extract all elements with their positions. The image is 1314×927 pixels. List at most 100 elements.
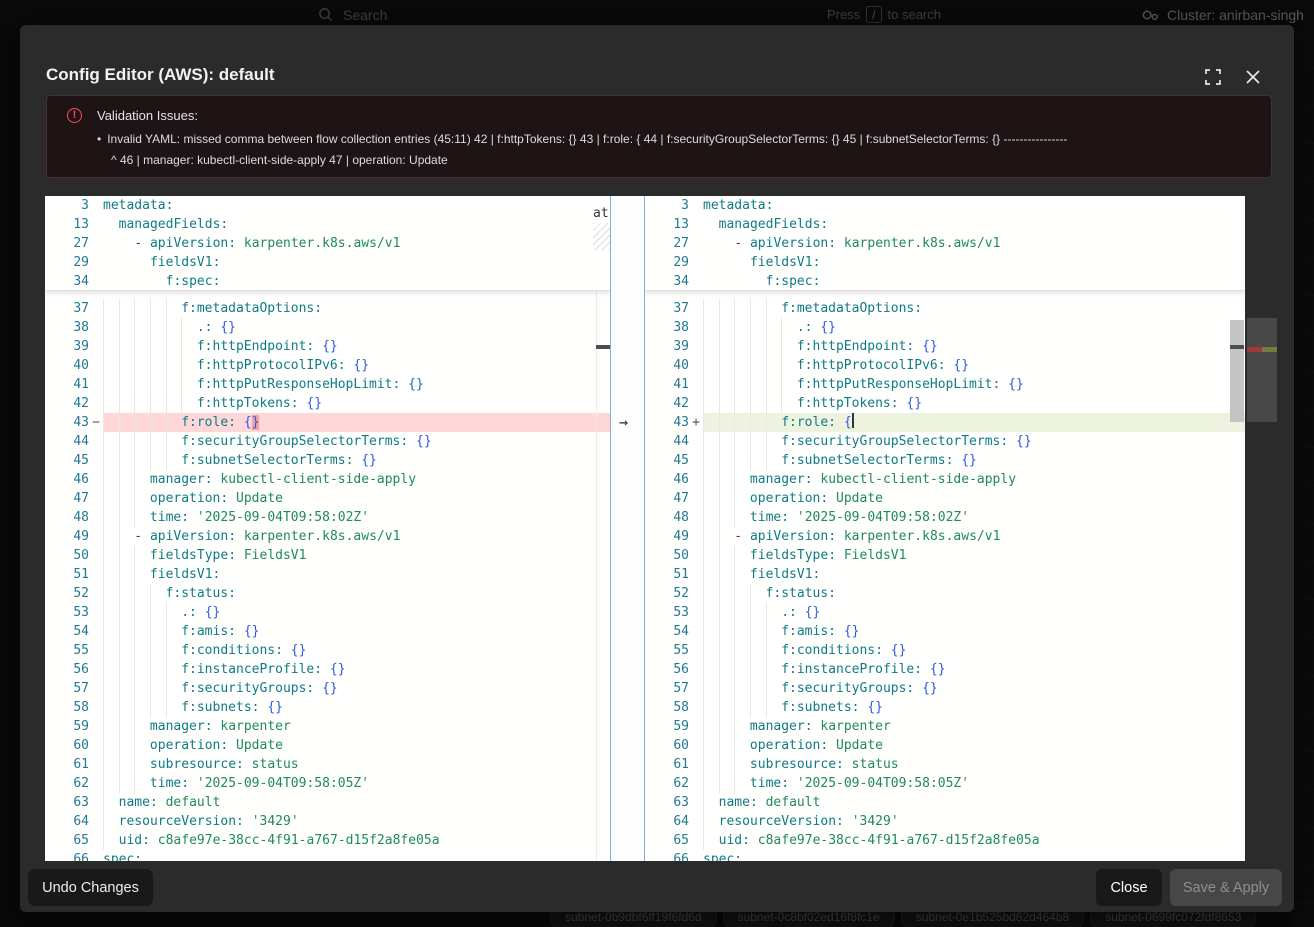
code-line[interactable]: 37f:metadataOptions: xyxy=(45,299,610,318)
sticky-scroll-left: 3metadata:13 managedFields:27 - apiVersi… xyxy=(45,196,610,291)
code-line[interactable]: 58f:subnets: {} xyxy=(45,698,610,717)
code-line[interactable]: 38.: {} xyxy=(645,318,1245,337)
dialog-title: Config Editor (AWS): default xyxy=(46,65,275,85)
code-line[interactable]: 53.: {} xyxy=(45,603,610,622)
sticky-line[interactable]: 3metadata: xyxy=(45,196,610,215)
code-line[interactable]: 54f:amis: {} xyxy=(645,622,1245,641)
sticky-line[interactable]: 29 fieldsV1: xyxy=(45,253,610,272)
code-line[interactable]: 55f:conditions: {} xyxy=(645,641,1245,660)
sticky-line[interactable]: 29 fieldsV1: xyxy=(645,253,1245,272)
sticky-line[interactable]: 13 managedFields: xyxy=(45,215,610,234)
overview-ruler-deletion-mark xyxy=(1247,347,1262,352)
code-line[interactable]: 66spec: xyxy=(45,850,610,861)
overview-ruler-slider[interactable] xyxy=(1247,318,1277,422)
sticky-line[interactable]: 13 managedFields: xyxy=(645,215,1245,234)
code-line[interactable]: 51fieldsV1: xyxy=(645,565,1245,584)
hidden-region-hatch xyxy=(593,223,610,250)
code-line[interactable]: 65uid: c8afe97e-38cc-4f91-a767-d15f2a8fe… xyxy=(45,831,610,850)
code-line[interactable]: 56f:instanceProfile: {} xyxy=(645,660,1245,679)
undo-changes-button[interactable]: Undo Changes xyxy=(28,869,153,906)
code-line[interactable]: 61subresource: status xyxy=(45,755,610,774)
code-line[interactable]: 47operation: Update xyxy=(45,489,610,508)
code-line[interactable]: 60operation: Update xyxy=(45,736,610,755)
code-line[interactable]: 50fieldsType: FieldsV1 xyxy=(45,546,610,565)
code-line[interactable]: 48time: '2025-09-04T09:58:02Z' xyxy=(645,508,1245,527)
code-line[interactable]: 43+f:role: { xyxy=(645,413,1245,432)
validation-title: Validation Issues: xyxy=(97,108,198,123)
code-line[interactable]: 45f:subnetSelectorTerms: {} xyxy=(645,451,1245,470)
code-line[interactable]: 65uid: c8afe97e-38cc-4f91-a767-d15f2a8fe… xyxy=(645,831,1245,850)
code-line[interactable]: 47operation: Update xyxy=(645,489,1245,508)
code-line[interactable]: 56f:instanceProfile: {} xyxy=(45,660,610,679)
code-line[interactable]: 46manager: kubectl-client-side-apply xyxy=(645,470,1245,489)
code-line[interactable]: 44f:securityGroupSelectorTerms: {} xyxy=(645,432,1245,451)
diff-sash[interactable]: → xyxy=(610,196,645,861)
code-line[interactable]: 49- apiVersion: karpenter.k8s.aws/v1 xyxy=(645,527,1245,546)
scrollbar-diff-mark xyxy=(1230,345,1244,349)
code-line[interactable]: 40f:httpProtocolIPv6: {} xyxy=(45,356,610,375)
code-line[interactable]: 39f:httpEndpoint: {} xyxy=(645,337,1245,356)
code-line[interactable]: 66spec: xyxy=(645,850,1245,861)
diff-pane-original[interactable]: 3metadata:13 managedFields:27 - apiVersi… xyxy=(45,196,610,861)
sticky-line[interactable]: 34 f:spec: xyxy=(645,272,1245,291)
left-overview-ruler xyxy=(596,196,597,861)
validation-message-2: ^ 46 | manager: kubectl-client-side-appl… xyxy=(111,153,448,167)
code-line[interactable]: 57f:securityGroups: {} xyxy=(645,679,1245,698)
code-line[interactable]: 52f:status: xyxy=(645,584,1245,603)
validation-banner: ! Validation Issues: •Invalid YAML: miss… xyxy=(46,95,1272,178)
clipped-text-fragment: at xyxy=(593,206,609,221)
config-editor-dialog: Config Editor (AWS): default ! Validatio… xyxy=(20,25,1294,912)
sticky-line[interactable]: 34 f:spec: xyxy=(45,272,610,291)
close-icon[interactable] xyxy=(1244,68,1262,86)
code-line[interactable]: 64resourceVersion: '3429' xyxy=(45,812,610,831)
code-line[interactable]: 54f:amis: {} xyxy=(45,622,610,641)
code-line[interactable]: 62time: '2025-09-04T09:58:05Z' xyxy=(645,774,1245,793)
revert-arrow-icon[interactable]: → xyxy=(619,413,628,432)
code-line[interactable]: 37f:metadataOptions: xyxy=(645,299,1245,318)
overview-ruler-addition-mark xyxy=(1262,347,1277,352)
code-line[interactable]: 49- apiVersion: karpenter.k8s.aws/v1 xyxy=(45,527,610,546)
left-diff-mark xyxy=(596,345,610,349)
code-line[interactable]: 61subresource: status xyxy=(645,755,1245,774)
diff-pane-modified[interactable]: 3metadata:13 managedFields:27 - apiVersi… xyxy=(645,196,1245,861)
code-line[interactable]: 55f:conditions: {} xyxy=(45,641,610,660)
sticky-line[interactable]: 27 - apiVersion: karpenter.k8s.aws/v1 xyxy=(645,234,1245,253)
code-line[interactable]: 51fieldsV1: xyxy=(45,565,610,584)
error-icon: ! xyxy=(67,108,82,123)
code-line[interactable]: 41f:httpPutResponseHopLimit: {} xyxy=(645,375,1245,394)
code-line[interactable]: 39f:httpEndpoint: {} xyxy=(45,337,610,356)
code-line[interactable]: 50fieldsType: FieldsV1 xyxy=(645,546,1245,565)
code-line[interactable]: 63name: default xyxy=(45,793,610,812)
sticky-line[interactable]: 3metadata: xyxy=(645,196,1245,215)
code-line[interactable]: 64resourceVersion: '3429' xyxy=(645,812,1245,831)
code-rows-left: 37f:metadataOptions:38.: {}39f:httpEndpo… xyxy=(45,299,610,861)
code-line[interactable]: 63name: default xyxy=(645,793,1245,812)
code-line[interactable]: 43−f:role: {} xyxy=(45,413,610,432)
code-line[interactable]: 42f:httpTokens: {} xyxy=(45,394,610,413)
code-line[interactable]: 44f:securityGroupSelectorTerms: {} xyxy=(45,432,610,451)
code-line[interactable]: 48time: '2025-09-04T09:58:02Z' xyxy=(45,508,610,527)
code-line[interactable]: 62time: '2025-09-04T09:58:05Z' xyxy=(45,774,610,793)
code-line[interactable]: 40f:httpProtocolIPv6: {} xyxy=(645,356,1245,375)
app-page: Search Press / to search Cluster: anirba… xyxy=(0,0,1314,927)
fullscreen-icon[interactable] xyxy=(1204,68,1222,86)
code-line[interactable]: 45f:subnetSelectorTerms: {} xyxy=(45,451,610,470)
code-line[interactable]: 42f:httpTokens: {} xyxy=(645,394,1245,413)
validation-message: •Invalid YAML: missed comma between flow… xyxy=(97,132,1257,146)
code-line[interactable]: 38.: {} xyxy=(45,318,610,337)
code-line[interactable]: 60operation: Update xyxy=(645,736,1245,755)
yaml-diff-editor[interactable]: 3metadata:13 managedFields:27 - apiVersi… xyxy=(45,196,1277,861)
code-line[interactable]: 52f:status: xyxy=(45,584,610,603)
scrollbar-slider[interactable] xyxy=(1230,320,1244,422)
code-line[interactable]: 53.: {} xyxy=(645,603,1245,622)
code-line[interactable]: 59manager: karpenter xyxy=(645,717,1245,736)
code-line[interactable]: 58f:subnets: {} xyxy=(645,698,1245,717)
save-apply-button[interactable]: Save & Apply xyxy=(1170,869,1282,906)
code-line[interactable]: 59manager: karpenter xyxy=(45,717,610,736)
code-line[interactable]: 57f:securityGroups: {} xyxy=(45,679,610,698)
sticky-scroll-right: 3metadata:13 managedFields:27 - apiVersi… xyxy=(645,196,1245,291)
code-line[interactable]: 46manager: kubectl-client-side-apply xyxy=(45,470,610,489)
sticky-line[interactable]: 27 - apiVersion: karpenter.k8s.aws/v1 xyxy=(45,234,610,253)
code-line[interactable]: 41f:httpPutResponseHopLimit: {} xyxy=(45,375,610,394)
close-button[interactable]: Close xyxy=(1096,869,1162,906)
